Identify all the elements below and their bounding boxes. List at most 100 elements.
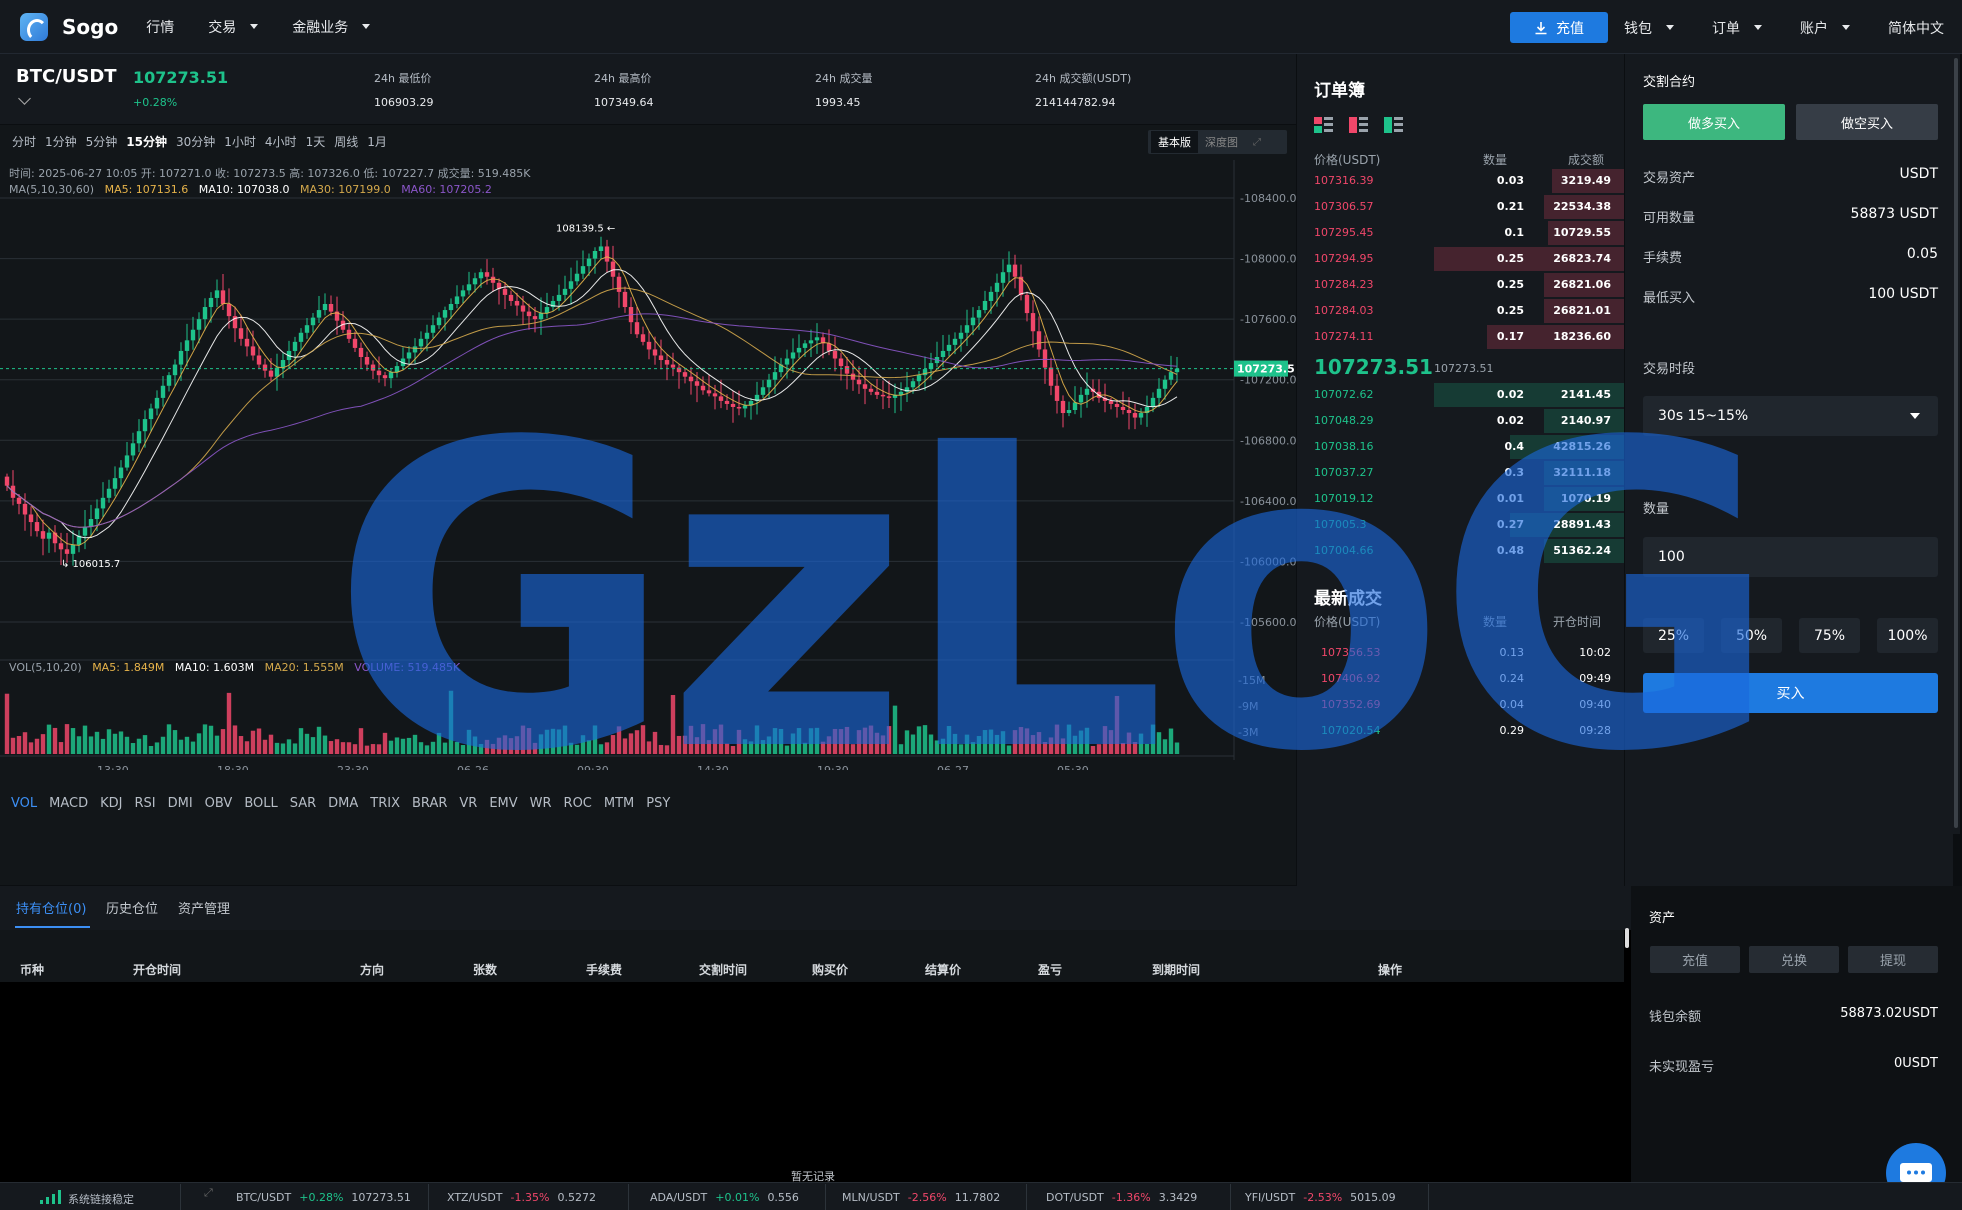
indicator-dma[interactable]: DMA — [328, 796, 358, 811]
scrollbar-thumb[interactable] — [1954, 58, 1958, 828]
orderbook-asks-icon[interactable] — [1349, 117, 1368, 134]
status-ticker[interactable]: DOT/USDT -1.36% 3.3429 — [1046, 1191, 1197, 1204]
timeframe-3[interactable]: 15分钟 — [126, 133, 167, 150]
period-select[interactable]: 30s 15~15% — [1643, 396, 1938, 436]
volume-bar — [850, 744, 856, 754]
orderbook-row[interactable]: 107005.3 0.27 28891.43 — [1297, 513, 1624, 537]
orderbook-row[interactable]: 107274.11 0.17 18236.60 — [1297, 325, 1624, 349]
orderbook-row[interactable]: 107038.16 0.4 42815.26 — [1297, 435, 1624, 459]
candle-body — [118, 467, 124, 479]
fullscreen-icon[interactable]: ⤢ — [1253, 137, 1261, 148]
asset-recharge-button[interactable]: 充值 — [1650, 946, 1740, 973]
orderbook-row[interactable]: 107316.39 0.03 3219.49 — [1297, 169, 1624, 193]
y-tick-label: -108400.0 — [1240, 192, 1296, 205]
timeframe-6[interactable]: 4小时 — [265, 133, 297, 150]
indicator-brar[interactable]: BRAR — [412, 796, 447, 811]
long-buy-button[interactable]: 做多买入 — [1643, 104, 1785, 140]
timeframe-2[interactable]: 5分钟 — [86, 133, 118, 150]
logo[interactable]: Sogo — [20, 12, 118, 41]
timeframe-4[interactable]: 30分钟 — [176, 133, 215, 150]
indicator-vr[interactable]: VR — [459, 796, 477, 811]
pct-75-button[interactable]: 75% — [1799, 618, 1860, 653]
divider — [1428, 1184, 1429, 1210]
indicator-wr[interactable]: WR — [530, 796, 552, 811]
timeframe-8[interactable]: 周线 — [334, 133, 358, 150]
candlestick-chart[interactable]: -108400.0-108000.0-107600.0-107200.0-106… — [0, 160, 1296, 770]
indicator-obv[interactable]: OBV — [205, 796, 233, 811]
candle-body — [406, 352, 412, 359]
tab-asset-management[interactable]: 资产管理 — [178, 898, 230, 917]
indicator-boll[interactable]: BOLL — [244, 796, 277, 811]
nav-orders[interactable]: 订单 — [1712, 18, 1762, 38]
chart-mode-depth[interactable]: 深度图 — [1198, 131, 1245, 153]
buy-submit-button[interactable]: 买入 — [1643, 673, 1938, 713]
pct-50-button[interactable]: 50% — [1721, 618, 1782, 653]
short-buy-button[interactable]: 做空买入 — [1796, 104, 1938, 140]
qty-input[interactable]: 100 — [1643, 537, 1938, 577]
indicator-sar[interactable]: SAR — [290, 796, 316, 811]
volume-bar — [544, 729, 550, 754]
nav-wallet[interactable]: 钱包 — [1624, 18, 1674, 38]
recharge-button[interactable]: 充值 — [1510, 12, 1608, 43]
asset-withdraw-button[interactable]: 提现 — [1848, 946, 1938, 973]
orderbook-row[interactable]: 107004.66 0.48 51362.24 — [1297, 539, 1624, 563]
volume-bar — [484, 739, 490, 754]
asset-exchange-button[interactable]: 兑换 — [1749, 946, 1839, 973]
language-selector[interactable]: 简体中文 — [1888, 18, 1944, 38]
indicator-kdj[interactable]: KDJ — [100, 796, 122, 811]
timeframe-7[interactable]: 1天 — [306, 133, 326, 150]
tab-history-positions[interactable]: 历史仓位 — [106, 898, 158, 917]
chart-mode-basic[interactable]: 基本版 — [1151, 131, 1198, 153]
indicator-vol[interactable]: VOL — [11, 796, 37, 811]
orderbook-row[interactable]: 107019.12 0.01 1070.19 — [1297, 487, 1624, 511]
trade-panel-title: 交割合约 — [1643, 75, 1696, 90]
indicator-mtm[interactable]: MTM — [604, 796, 634, 811]
orderbook-row[interactable]: 107037.27 0.3 32111.18 — [1297, 461, 1624, 485]
status-ticker[interactable]: XTZ/USDT -1.35% 0.5272 — [447, 1191, 596, 1204]
table-scrollbar[interactable] — [1625, 928, 1629, 948]
status-ticker[interactable]: YFI/USDT -2.53% 5015.09 — [1245, 1191, 1396, 1204]
expand-icon[interactable]: ⤢ — [204, 1186, 213, 1200]
status-ticker[interactable]: ADA/USDT +0.01% 0.556 — [650, 1191, 799, 1204]
status-ticker[interactable]: BTC/USDT +0.28% 107273.51 — [236, 1191, 411, 1204]
indicator-psy[interactable]: PSY — [646, 796, 670, 811]
pct-100-button[interactable]: 100% — [1877, 618, 1938, 653]
indicator-roc[interactable]: ROC — [564, 796, 592, 811]
nav-account[interactable]: 账户 — [1800, 18, 1850, 38]
ticker-change: +0.01% — [715, 1191, 760, 1204]
pct-25-button[interactable]: 25% — [1643, 618, 1704, 653]
indicator-trix[interactable]: TRIX — [370, 796, 400, 811]
timeframe-9[interactable]: 1月 — [367, 133, 387, 150]
timeframe-5[interactable]: 1小时 — [224, 133, 256, 150]
orderbook-row[interactable]: 107284.03 0.25 26821.01 — [1297, 299, 1624, 323]
chart-mode-toggle[interactable]: 基本版 深度图 ⤢ — [1148, 130, 1287, 154]
stat-24h-low: 24h 最低价 106903.29 — [374, 72, 434, 109]
pair-selector[interactable]: BTC/USDT — [16, 66, 117, 87]
indicator-macd[interactable]: MACD — [49, 796, 88, 811]
nav-trade[interactable]: 交易 — [208, 17, 259, 37]
chevron-down-icon — [1666, 25, 1674, 30]
orderbook-row[interactable]: 107295.45 0.1 10729.55 — [1297, 221, 1624, 245]
indicator-rsi[interactable]: RSI — [134, 796, 155, 811]
timeframe-0[interactable]: 分时 — [12, 133, 36, 150]
candle-body — [40, 531, 46, 539]
candle-body — [568, 281, 574, 289]
orderbook-row[interactable]: 107306.57 0.21 22534.38 — [1297, 195, 1624, 219]
indicator-emv[interactable]: EMV — [489, 796, 517, 811]
nav-market[interactable]: 行情 — [146, 17, 174, 37]
indicator-dmi[interactable]: DMI — [168, 796, 193, 811]
field-label: 可用数量 — [1643, 211, 1696, 226]
orderbook-bids-icon[interactable] — [1384, 117, 1403, 134]
qty-label: 数量 — [1643, 502, 1670, 517]
orderbook-row[interactable]: 107048.29 0.02 2140.97 — [1297, 409, 1624, 433]
timeframe-1[interactable]: 1分钟 — [45, 133, 77, 150]
volume-bar — [1090, 745, 1096, 754]
nav-finance[interactable]: 金融业务 — [292, 17, 371, 37]
status-ticker[interactable]: MLN/USDT -2.56% 11.7802 — [842, 1191, 1000, 1204]
orderbook-row[interactable]: 107294.95 0.25 26823.74 — [1297, 247, 1624, 271]
volume-bar — [574, 744, 580, 754]
tab-open-positions[interactable]: 持有仓位(0) — [16, 898, 86, 917]
orderbook-row[interactable]: 107072.62 0.02 2141.45 — [1297, 383, 1624, 407]
orderbook-row[interactable]: 107284.23 0.25 26821.06 — [1297, 273, 1624, 297]
orderbook-both-icon[interactable] — [1314, 117, 1333, 134]
